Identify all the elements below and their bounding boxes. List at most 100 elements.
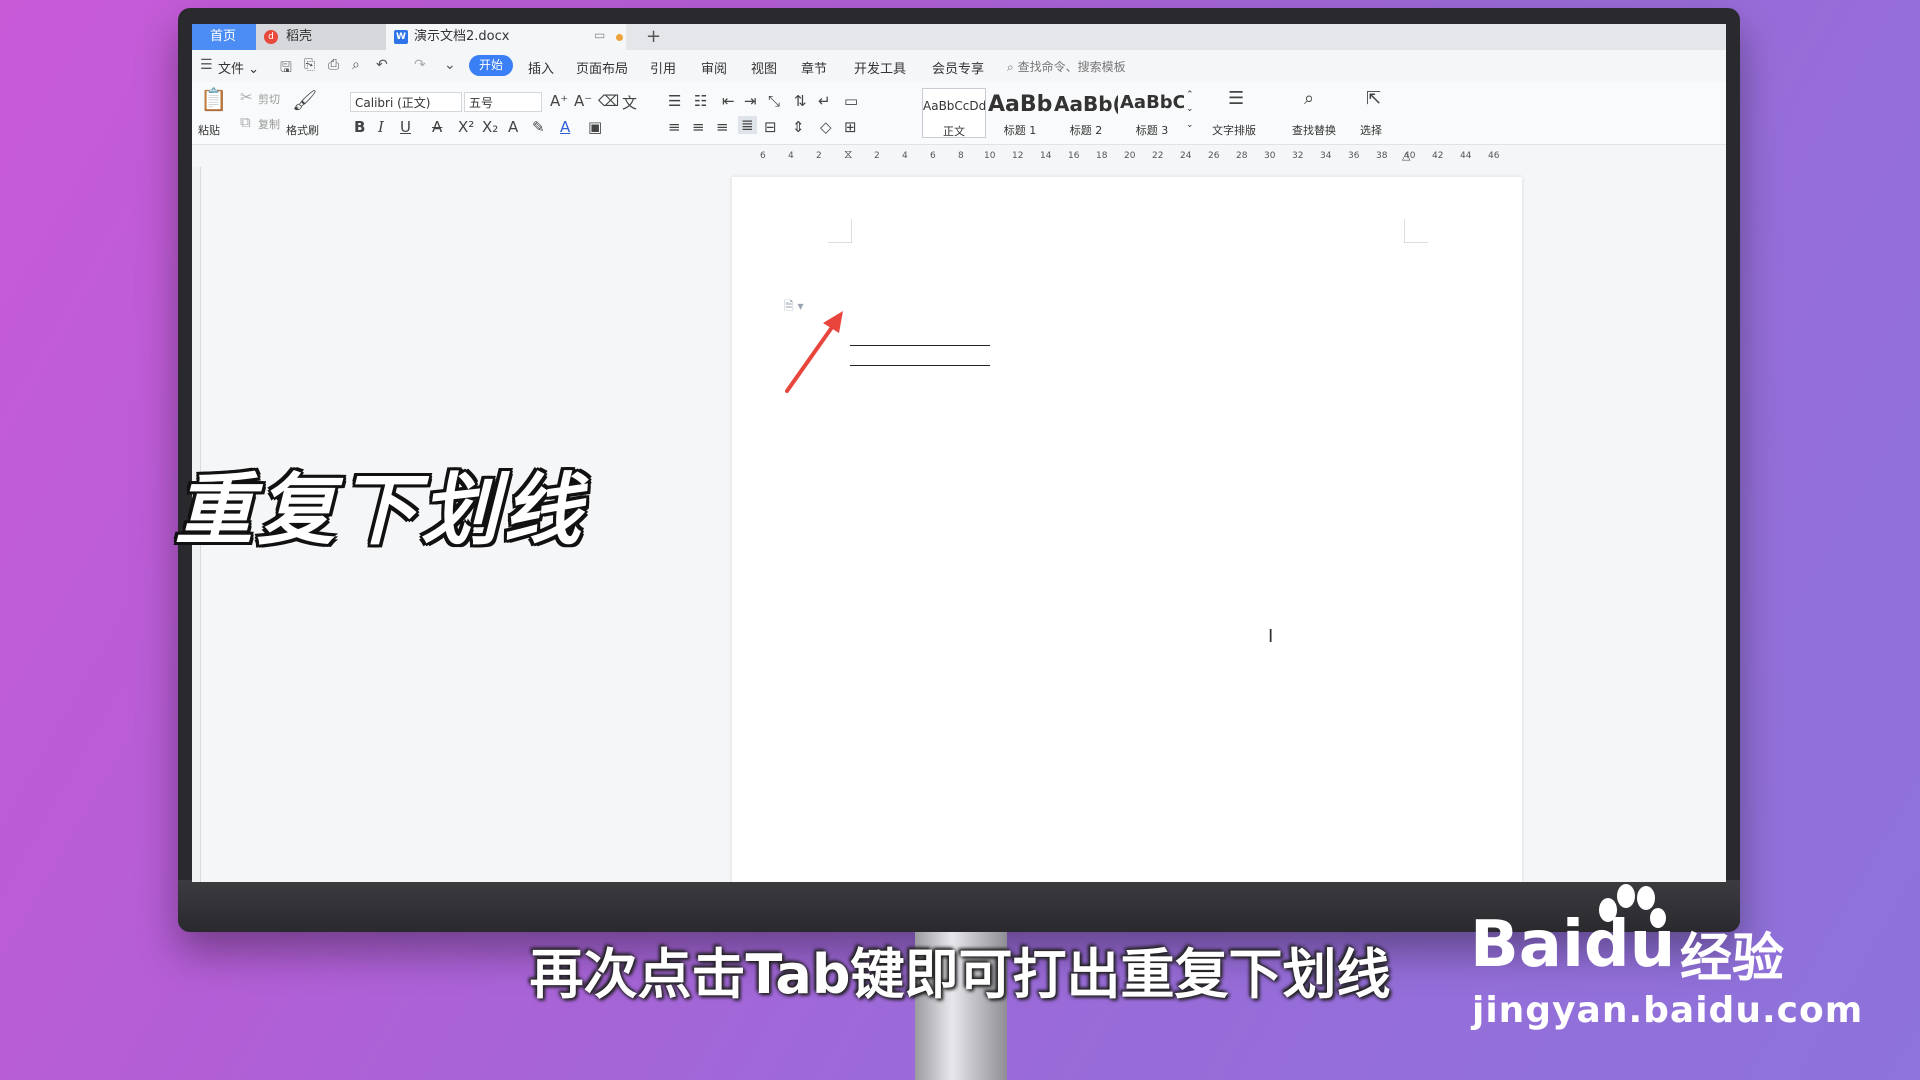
print-icon[interactable]: ⎙: [328, 57, 339, 73]
decrease-indent-icon[interactable]: ⇤: [722, 92, 735, 110]
right-indent-marker-icon[interactable]: △: [1402, 149, 1410, 162]
align-right-icon[interactable]: ≡: [716, 118, 729, 136]
borders-icon[interactable]: ⊞: [844, 118, 857, 136]
export-pdf-icon[interactable]: ⎘: [304, 57, 315, 73]
style-heading-1[interactable]: AaBb 标题 1: [988, 88, 1052, 138]
redo-icon[interactable]: ↷: [414, 57, 426, 73]
watermark-url: jingyan.baidu.com: [1472, 990, 1864, 1031]
menu-references[interactable]: 引用: [650, 58, 676, 77]
font-name-value: Calibri (正文): [355, 96, 431, 110]
show-marks-icon[interactable]: ↵: [818, 92, 831, 110]
ruler-number: 26: [1208, 151, 1220, 161]
style-normal[interactable]: AaBbCcDd 正文: [922, 88, 986, 138]
bold-icon[interactable]: B: [354, 118, 365, 136]
cut-button[interactable]: 剪切: [258, 91, 280, 107]
menu-file[interactable]: 文件 ⌄: [218, 58, 259, 77]
select-button[interactable]: 选择: [1360, 122, 1382, 138]
font-color-icon[interactable]: A: [560, 118, 570, 136]
undo-icon[interactable]: ↶: [376, 57, 388, 73]
cut-icon[interactable]: ✂: [240, 88, 253, 106]
ruler-number: 34: [1320, 151, 1332, 161]
ruler-icon[interactable]: ▭: [844, 92, 858, 110]
superscript-icon[interactable]: X²: [458, 118, 474, 136]
new-tab-icon[interactable]: +: [646, 24, 661, 50]
indent-marker-icon[interactable]: ⧖: [844, 147, 852, 162]
align-justify-icon[interactable]: ≣: [738, 116, 757, 134]
strikethrough-icon[interactable]: A: [432, 118, 442, 136]
quick-access-dropdown-icon[interactable]: ⌄: [444, 57, 456, 73]
subscript-icon[interactable]: X₂: [482, 118, 498, 136]
find-replace-button[interactable]: 查找替换: [1292, 122, 1336, 138]
format-painter-icon[interactable]: 🖌: [292, 88, 317, 112]
ruler-number: 30: [1264, 151, 1276, 161]
window-icon[interactable]: ▭: [594, 28, 605, 42]
print-preview-icon[interactable]: ⌕: [352, 57, 360, 73]
style-expand-icon[interactable]: ⌄: [1186, 120, 1194, 130]
menu-developer[interactable]: 开发工具: [854, 58, 906, 77]
hamburger-icon[interactable]: ☰: [200, 57, 213, 73]
menu-section[interactable]: 章节: [801, 58, 827, 77]
ruler-number: 2: [874, 151, 880, 161]
menu-review[interactable]: 审阅: [701, 58, 727, 77]
char-border-icon[interactable]: ▣: [588, 118, 602, 136]
font-name-select[interactable]: Calibri (正文): [350, 92, 462, 112]
menu-member[interactable]: 会员专享: [932, 58, 984, 77]
phonetic-icon[interactable]: 文: [622, 92, 637, 113]
menu-view[interactable]: 视图: [751, 58, 777, 77]
sort-icon[interactable]: ⇅: [794, 92, 807, 110]
find-replace-icon[interactable]: ⌕: [1304, 88, 1314, 109]
command-search-placeholder: 查找命令、搜索模板: [1017, 60, 1126, 74]
tab-bar: 首页 d 稻壳 W 演示文档2.docx ▭ +: [192, 24, 1726, 50]
daoke-icon: d: [264, 30, 278, 44]
text-effect-icon[interactable]: A: [508, 118, 518, 136]
style-scroll-up-icon[interactable]: ⌃: [1186, 90, 1194, 100]
ruler-number: 6: [930, 151, 936, 161]
align-left-icon[interactable]: ≡: [668, 118, 681, 136]
style-heading-1-preview: AaBb: [988, 92, 1052, 117]
numbered-list-icon[interactable]: ☷: [694, 92, 707, 110]
document-page[interactable]: 🗎 ▾: [732, 177, 1522, 882]
increase-indent-icon[interactable]: ⇥: [744, 92, 757, 110]
ruler-number: 44: [1460, 151, 1472, 161]
distribute-icon[interactable]: ⊟: [764, 118, 777, 136]
underline-icon[interactable]: U: [400, 118, 411, 136]
text-layout-button[interactable]: 文字排版: [1212, 122, 1256, 138]
underline-line-2: [850, 365, 990, 366]
paste-icon[interactable]: 📋: [200, 88, 227, 113]
style-scroll-down-icon[interactable]: ⌄: [1186, 104, 1194, 114]
tab-document[interactable]: W 演示文档2.docx: [386, 24, 626, 50]
style-heading-2[interactable]: AaBb( 标题 2: [1054, 88, 1118, 138]
copy-button[interactable]: 复制: [258, 116, 280, 132]
ruler-number: 4: [902, 151, 908, 161]
menu-home-tab[interactable]: 开始: [469, 55, 513, 76]
clear-format-icon[interactable]: ⌫: [598, 92, 619, 110]
horizontal-ruler[interactable]: 6 4 2 2 4 6 8 10 12 14 16 18 20 22 24 26…: [192, 145, 1726, 167]
margin-corner-top-right: [1404, 219, 1428, 243]
ruler-number: 14: [1040, 151, 1052, 161]
tab-daoke-label: 稻壳: [286, 29, 313, 44]
bullet-list-icon[interactable]: ☰: [668, 92, 681, 110]
font-size-select[interactable]: 五号: [464, 92, 542, 112]
chinese-layout-icon[interactable]: ⤡: [768, 92, 780, 110]
highlight-icon[interactable]: ✎: [532, 118, 545, 136]
align-center-icon[interactable]: ≡: [692, 118, 705, 136]
save-icon[interactable]: 🖫: [280, 57, 292, 81]
shading-icon[interactable]: ◇: [820, 118, 832, 136]
shrink-font-icon[interactable]: A⁻: [574, 92, 592, 110]
grow-font-icon[interactable]: A⁺: [550, 92, 568, 110]
ruler-number: 16: [1068, 151, 1080, 161]
command-search[interactable]: ⌕ 查找命令、搜索模板: [1007, 58, 1126, 75]
style-heading-3[interactable]: AaBbC( 标题 3: [1120, 88, 1184, 138]
menu-insert[interactable]: 插入: [528, 58, 554, 77]
select-cursor-icon[interactable]: ⇱: [1366, 88, 1381, 109]
paste-button[interactable]: 粘贴: [198, 122, 220, 138]
italic-icon[interactable]: I: [378, 118, 384, 136]
ruler-number: 32: [1292, 151, 1304, 161]
copy-icon[interactable]: ⧉: [240, 113, 251, 131]
menu-page-layout[interactable]: 页面布局: [576, 58, 628, 77]
format-painter-button[interactable]: 格式刷: [286, 122, 319, 138]
line-spacing-icon[interactable]: ⇕: [792, 118, 805, 136]
tab-daoke[interactable]: d 稻壳: [256, 24, 386, 50]
tab-home[interactable]: 首页: [192, 24, 256, 50]
text-layout-icon[interactable]: ☰: [1228, 88, 1244, 109]
